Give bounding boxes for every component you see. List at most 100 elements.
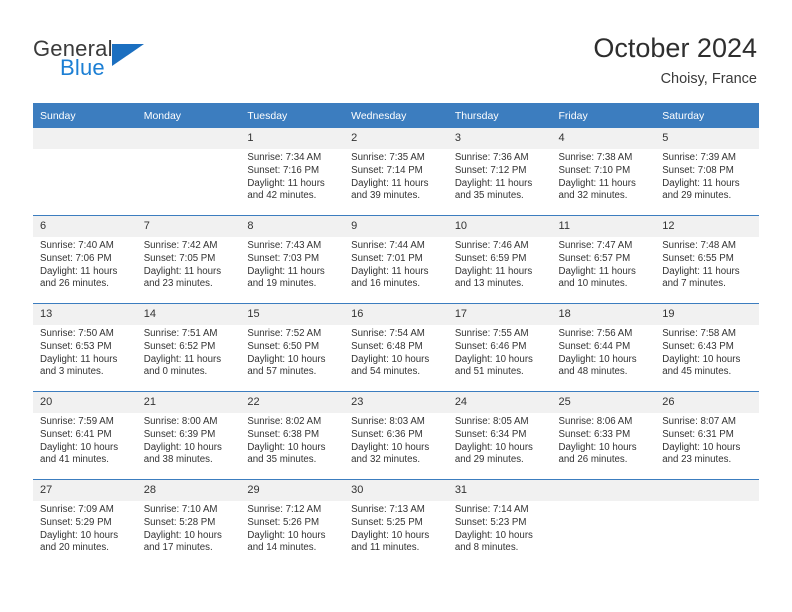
- daylight-text: Daylight: 11 hours and 35 minutes.: [454, 177, 533, 202]
- sunset-text: Sunset: 6:36 PM: [351, 428, 423, 440]
- calendar-day-cell[interactable]: 15 Sunrise: 7:52 AM Sunset: 6:50 PM Dayligh…: [240, 304, 345, 391]
- day-number: 16: [344, 304, 448, 325]
- calendar-day-cell[interactable]: 20 Sunrise: 7:59 AM Sunset: 6:41 PM Dayligh…: [33, 392, 137, 479]
- sunrise-text: Sunrise: 7:46 AM: [454, 240, 529, 251]
- calendar-day-cell[interactable]: 18 Sunrise: 7:56 AM Sunset: 6:44 PM Dayligh…: [551, 304, 656, 391]
- calendar-day-cell[interactable]: 29 Sunrise: 7:12 AM Sunset: 5:26 PM Dayligh…: [240, 480, 345, 567]
- daylight-text: Daylight: 11 hours and 3 minutes.: [40, 353, 118, 378]
- day-cell-body: Sunrise: 7:44 AM Sunset: 7:01 PM Daylight:…: [344, 237, 448, 303]
- daylight-text: Daylight: 11 hours and 13 minutes.: [454, 265, 533, 290]
- calendar-day-cell[interactable]: 16 Sunrise: 7:54 AM Sunset: 6:48 PM Dayligh…: [344, 304, 448, 391]
- daylight-text: Daylight: 10 hours and 54 minutes.: [351, 353, 430, 378]
- sunset-text: Sunset: 6:46 PM: [454, 340, 527, 352]
- calendar-day-cell[interactable]: 3 Sunrise: 7:36 AM Sunset: 7:12 PM Daylight…: [447, 128, 552, 215]
- sunrise-text: Sunrise: 7:50 AM: [40, 328, 114, 339]
- calendar-day-cell[interactable]: 31 Sunrise: 7:14 AM Sunset: 5:23 PM Dayligh…: [447, 480, 552, 567]
- sunrise-text: Sunrise: 7:09 AM: [40, 504, 114, 515]
- sunset-text: Sunset: 7:06 PM: [40, 252, 112, 264]
- sunrise-text: Sunrise: 7:42 AM: [143, 240, 218, 251]
- day-cell-body: [137, 149, 241, 215]
- daylight-text: Daylight: 11 hours and 23 minutes.: [143, 265, 222, 290]
- calendar-day-cell[interactable]: 12 Sunrise: 7:48 AM Sunset: 6:55 PM Dayligh…: [655, 216, 759, 303]
- calendar-day-cell-empty: [33, 128, 137, 215]
- weekday-header-friday: Friday: [551, 103, 656, 128]
- calendar-day-cell[interactable]: 2 Sunrise: 7:35 AM Sunset: 7:14 PM Daylight…: [344, 128, 448, 215]
- daylight-text: Daylight: 11 hours and 10 minutes.: [558, 265, 636, 290]
- day-cell-body: Sunrise: 7:34 AM Sunset: 7:16 PM Daylight:…: [240, 149, 344, 215]
- day-cell-body: Sunrise: 7:10 AM Sunset: 5:28 PM Daylight:…: [137, 501, 241, 567]
- sunrise-text: Sunrise: 7:44 AM: [351, 240, 425, 251]
- day-number: 11: [551, 216, 656, 237]
- sunrise-text: Sunrise: 7:56 AM: [558, 328, 633, 339]
- calendar-day-cell[interactable]: 4 Sunrise: 7:38 AM Sunset: 7:10 PM Daylight…: [551, 128, 656, 215]
- calendar-day-cell[interactable]: 27 Sunrise: 7:09 AM Sunset: 5:29 PM Dayligh…: [33, 480, 137, 567]
- sunrise-text: Sunrise: 7:54 AM: [351, 328, 425, 339]
- day-cell-body: Sunrise: 7:50 AM Sunset: 6:53 PM Daylight:…: [33, 325, 137, 391]
- day-number: 21: [136, 392, 241, 413]
- calendar-day-cell-empty: [551, 480, 656, 567]
- calendar-week-row: 13 Sunrise: 7:50 AM Sunset: 6:53 PM Dayligh…: [33, 304, 759, 391]
- calendar-day-cell[interactable]: 7 Sunrise: 7:42 AM Sunset: 7:05 PM Daylight…: [136, 216, 241, 303]
- calendar-day-cell[interactable]: 14 Sunrise: 7:51 AM Sunset: 6:52 PM Dayligh…: [136, 304, 241, 391]
- sunrise-text: Sunrise: 8:03 AM: [351, 416, 425, 427]
- weekday-header-thursday: Thursday: [447, 103, 552, 128]
- daylight-text: Daylight: 11 hours and 42 minutes.: [247, 177, 325, 202]
- calendar-day-cell[interactable]: 21 Sunrise: 8:00 AM Sunset: 6:39 PM Dayligh…: [136, 392, 241, 479]
- sunset-text: Sunset: 5:26 PM: [247, 516, 320, 528]
- daylight-text: Daylight: 11 hours and 26 minutes.: [40, 265, 118, 290]
- sunset-text: Sunset: 6:41 PM: [40, 428, 112, 440]
- sunrise-text: Sunrise: 7:59 AM: [40, 416, 114, 427]
- sunrise-text: Sunrise: 7:13 AM: [351, 504, 425, 515]
- calendar-day-cell[interactable]: 23 Sunrise: 8:03 AM Sunset: 6:36 PM Dayligh…: [344, 392, 448, 479]
- calendar-day-cell[interactable]: 10 Sunrise: 7:46 AM Sunset: 6:59 PM Dayligh…: [447, 216, 552, 303]
- daylight-text: Daylight: 10 hours and 41 minutes.: [40, 441, 119, 466]
- calendar-day-cell[interactable]: 9 Sunrise: 7:44 AM Sunset: 7:01 PM Daylight…: [344, 216, 448, 303]
- calendar-day-cell[interactable]: 19 Sunrise: 7:58 AM Sunset: 6:43 PM Dayligh…: [655, 304, 759, 391]
- weekday-header-sunday: Sunday: [33, 103, 137, 128]
- calendar-day-cell[interactable]: 1 Sunrise: 7:34 AM Sunset: 7:16 PM Daylight…: [240, 128, 345, 215]
- calendar-day-cell[interactable]: 30 Sunrise: 7:13 AM Sunset: 5:25 PM Dayligh…: [344, 480, 448, 567]
- daylight-text: Daylight: 10 hours and 38 minutes.: [143, 441, 222, 466]
- day-cell-body: Sunrise: 8:07 AM Sunset: 6:31 PM Daylight:…: [655, 413, 759, 479]
- day-number: 14: [136, 304, 241, 325]
- calendar-day-cell[interactable]: 17 Sunrise: 7:55 AM Sunset: 6:46 PM Dayligh…: [447, 304, 552, 391]
- day-number: [136, 128, 241, 149]
- calendar-day-cell[interactable]: 8 Sunrise: 7:43 AM Sunset: 7:03 PM Daylight…: [240, 216, 345, 303]
- calendar-day-cell[interactable]: 24 Sunrise: 8:05 AM Sunset: 6:34 PM Dayligh…: [447, 392, 552, 479]
- day-number: 25: [551, 392, 656, 413]
- calendar-day-cell[interactable]: 11 Sunrise: 7:47 AM Sunset: 6:57 PM Dayligh…: [551, 216, 656, 303]
- sunrise-text: Sunrise: 7:40 AM: [40, 240, 114, 251]
- day-number: 23: [344, 392, 448, 413]
- calendar-day-cell[interactable]: 22 Sunrise: 8:02 AM Sunset: 6:38 PM Dayligh…: [240, 392, 345, 479]
- daylight-text: Daylight: 11 hours and 29 minutes.: [662, 177, 740, 202]
- sunset-text: Sunset: 6:44 PM: [558, 340, 631, 352]
- weekday-header-saturday: Saturday: [655, 103, 759, 128]
- sunset-text: Sunset: 6:34 PM: [454, 428, 527, 440]
- calendar-day-cell[interactable]: 6 Sunrise: 7:40 AM Sunset: 7:06 PM Daylight…: [33, 216, 137, 303]
- sunset-text: Sunset: 7:03 PM: [247, 252, 320, 264]
- day-number: [33, 128, 137, 149]
- sunset-text: Sunset: 6:52 PM: [143, 340, 216, 352]
- day-number: 18: [551, 304, 656, 325]
- calendar-day-cell[interactable]: 26 Sunrise: 8:07 AM Sunset: 6:31 PM Dayligh…: [655, 392, 759, 479]
- day-cell-body: Sunrise: 7:36 AM Sunset: 7:12 PM Daylight:…: [448, 149, 552, 215]
- calendar-day-cell[interactable]: 13 Sunrise: 7:50 AM Sunset: 6:53 PM Dayligh…: [33, 304, 137, 391]
- day-number: 17: [447, 304, 552, 325]
- sunset-text: Sunset: 7:12 PM: [454, 164, 527, 176]
- day-cell-body: Sunrise: 7:55 AM Sunset: 6:46 PM Daylight:…: [448, 325, 552, 391]
- calendar-day-cell[interactable]: 28 Sunrise: 7:10 AM Sunset: 5:28 PM Dayligh…: [136, 480, 241, 567]
- sunrise-text: Sunrise: 8:07 AM: [662, 416, 736, 427]
- day-number: 27: [33, 480, 137, 501]
- sunrise-text: Sunrise: 8:05 AM: [454, 416, 529, 427]
- day-cell-body: Sunrise: 8:03 AM Sunset: 6:36 PM Daylight:…: [344, 413, 448, 479]
- day-cell-body: Sunrise: 7:47 AM Sunset: 6:57 PM Daylight:…: [552, 237, 656, 303]
- page-header: General Blue October 2024 Choisy, France: [0, 0, 792, 100]
- sunset-text: Sunset: 6:38 PM: [247, 428, 320, 440]
- calendar-day-cell[interactable]: 25 Sunrise: 8:06 AM Sunset: 6:33 PM Dayligh…: [551, 392, 656, 479]
- calendar-day-cell[interactable]: 5 Sunrise: 7:39 AM Sunset: 7:08 PM Daylight…: [655, 128, 759, 215]
- daylight-text: Daylight: 10 hours and 45 minutes.: [662, 353, 741, 378]
- calendar-week-row: 20 Sunrise: 7:59 AM Sunset: 6:41 PM Dayligh…: [33, 392, 759, 479]
- day-cell-body: Sunrise: 7:39 AM Sunset: 7:08 PM Daylight:…: [655, 149, 759, 215]
- sunset-text: Sunset: 7:14 PM: [351, 164, 423, 176]
- daylight-text: Daylight: 11 hours and 32 minutes.: [558, 177, 636, 202]
